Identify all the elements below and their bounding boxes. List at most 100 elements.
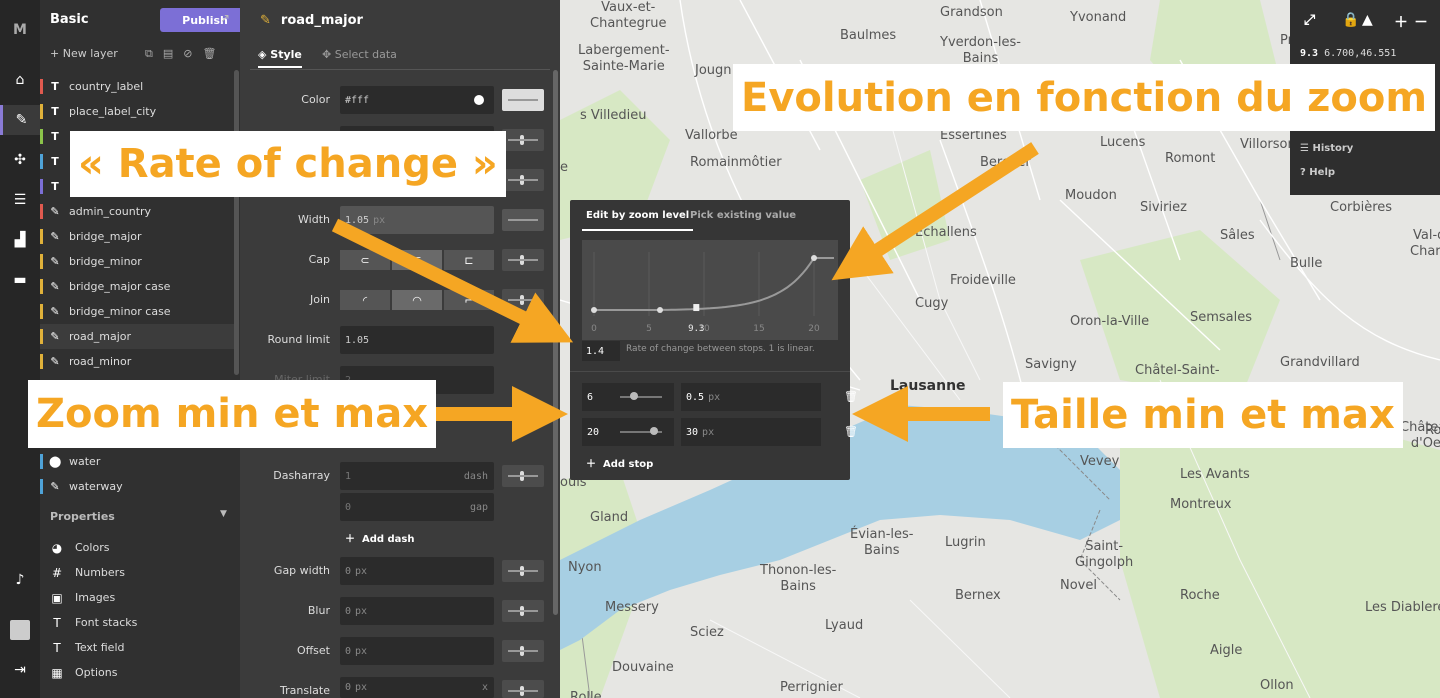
signout-icon[interactable]: ⇥ [0, 655, 40, 685]
translate-zoom-toggle[interactable] [502, 680, 544, 698]
translate-label: Translate [280, 684, 330, 697]
style-brush-icon[interactable]: ✎ [0, 105, 40, 135]
tab-pick-existing[interactable]: Pick existing value [690, 210, 796, 221]
publish-button[interactable]: Publish [160, 8, 250, 32]
stop-zoom-slider-knob[interactable] [630, 392, 638, 400]
stop-zoom-field[interactable]: 6 [582, 383, 674, 411]
tab-edit-by-zoom[interactable]: Edit by zoom level [582, 206, 694, 231]
add-dash-button[interactable]: ＋ Add dash [345, 530, 414, 545]
external-link-icon[interactable]: ↗ [220, 11, 230, 25]
avatar[interactable] [0, 615, 40, 645]
layer-name[interactable]: road_major [281, 13, 363, 28]
zoom-toggle-row2[interactable] [502, 129, 544, 151]
join-bevel-icon[interactable]: ◜ [340, 290, 390, 310]
layer-item[interactable]: ✎ admin_country [40, 199, 235, 224]
stop-value-field[interactable]: 0.5 px [681, 383, 821, 411]
curve-stop-point[interactable] [811, 255, 817, 261]
layer-label: water [69, 455, 101, 468]
properties-header[interactable]: Properties [50, 510, 115, 523]
property-item[interactable]: T Font stacks [50, 610, 137, 635]
group-icon[interactable]: ▤ [163, 47, 173, 61]
round-limit-field[interactable]: 1.05 [340, 326, 494, 354]
map-label: Perrignier [780, 680, 843, 695]
property-item[interactable]: T Text field [50, 635, 124, 660]
blur-field[interactable]: 0 px [340, 597, 494, 625]
join-miter-icon[interactable]: ⌐ [444, 290, 494, 310]
zoom-toggle-row3[interactable] [502, 169, 544, 191]
dash-field[interactable]: 1 dash [340, 462, 494, 490]
layer-item[interactable]: ✎ bridge_minor case [40, 299, 235, 324]
gap-width-field[interactable]: 0 px [340, 557, 494, 585]
layer-color-bar [40, 479, 43, 494]
font-icon: T [53, 615, 61, 630]
layer-item[interactable]: ✎ bridge_major case [40, 274, 235, 299]
gap-field[interactable]: 0 gap [340, 493, 494, 521]
home-icon[interactable]: ⌂ [0, 65, 40, 95]
zoom-out-button[interactable]: － [1414, 12, 1428, 32]
curve-stop-point[interactable] [591, 307, 597, 313]
rate-input[interactable]: 1.4 [582, 341, 620, 361]
cap-zoom-toggle[interactable] [502, 249, 544, 271]
lock-icon[interactable]: 🔒 [1342, 12, 1359, 28]
zoom-curve-chart[interactable]: 0 5 10 15 20 9.3 [582, 240, 838, 340]
layer-item[interactable]: ✎ road_major [40, 324, 235, 349]
layer-item[interactable]: ✎ road_minor [40, 349, 235, 374]
color-swatch[interactable] [474, 95, 484, 105]
join-round-icon[interactable]: ◠ [392, 290, 442, 310]
fullscreen-icon[interactable]: ⤢ [1304, 12, 1315, 28]
stop-value-field[interactable]: 30 px [681, 418, 821, 446]
property-item[interactable]: ▣ Images [50, 585, 115, 610]
join-zoom-toggle[interactable] [502, 289, 544, 311]
property-item[interactable]: ◕ Colors [50, 535, 110, 560]
tab-select-data[interactable]: ✥ Select data [322, 48, 397, 61]
database-icon[interactable]: ☰ [0, 185, 40, 215]
color-field[interactable]: #fff [340, 86, 494, 114]
property-item[interactable]: # Numbers [50, 560, 125, 585]
layer-item[interactable]: Tplace_label_city [40, 99, 235, 124]
tab-style[interactable]: ◈ Style [258, 48, 302, 68]
zoom-in-button[interactable]: ＋ [1394, 12, 1408, 32]
translate-axis: x [481, 682, 488, 693]
layer-item[interactable]: ⬤ water [40, 449, 235, 474]
layer-item[interactable]: ✎ bridge_minor [40, 249, 235, 274]
delete-stop-icon[interactable]: 🗑 [844, 390, 858, 403]
components-icon[interactable]: ✣ [0, 145, 40, 175]
dash-zoom-toggle[interactable] [502, 465, 544, 487]
stop-zoom-field[interactable]: 20 [582, 418, 674, 446]
stats-icon[interactable]: ▟ [0, 225, 40, 255]
folder-icon[interactable]: ▬ [0, 265, 40, 295]
layer-scrollbar[interactable] [234, 70, 239, 375]
cap-square-icon[interactable]: ⊏ [444, 250, 494, 270]
cap-round-icon[interactable]: ⊆ [392, 250, 442, 270]
compass-icon[interactable]: ▲ [1362, 12, 1373, 28]
bell-icon[interactable]: ♪ [0, 565, 40, 595]
add-stop-button[interactable]: ＋ Add stop [586, 455, 653, 470]
cap-butt-icon[interactable]: ⊂ [340, 250, 390, 270]
tab-style-label: Style [270, 48, 302, 61]
hide-icon[interactable]: ⊘ [183, 47, 192, 61]
mapbox-logo-icon[interactable]: M [0, 15, 40, 45]
translate-field[interactable]: 0 px x [340, 677, 494, 698]
new-layer-button[interactable]: + New layer [50, 47, 118, 60]
color-zoom-toggle[interactable] [502, 89, 544, 111]
layer-item[interactable]: Tcountry_label [40, 74, 235, 99]
stop-zoom-slider-knob[interactable] [650, 427, 658, 435]
layer-item[interactable]: ✎ bridge_major [40, 224, 235, 249]
history-button[interactable]: ☰ History [1300, 143, 1353, 154]
delete-stop-icon[interactable]: 🗑 [844, 425, 858, 438]
chevron-down-icon[interactable]: ▼ [220, 509, 227, 519]
width-field[interactable]: 1.05 px [340, 206, 494, 234]
offset-field[interactable]: 0 px [340, 637, 494, 665]
blur-zoom-toggle[interactable] [502, 600, 544, 622]
style-scrollbar[interactable] [553, 70, 558, 615]
curve-stop-point[interactable] [657, 307, 663, 313]
offset-zoom-toggle[interactable] [502, 640, 544, 662]
trash-icon[interactable]: 🗑 [202, 47, 216, 61]
layer-item[interactable]: ✎ waterway [40, 474, 235, 499]
help-button[interactable]: ? Help [1300, 167, 1335, 178]
property-item[interactable]: ▦ Options [50, 660, 117, 685]
gap-width-zoom-toggle[interactable] [502, 560, 544, 582]
duplicate-icon[interactable]: ⧉ [145, 47, 153, 61]
width-zoom-toggle[interactable] [502, 209, 544, 231]
map-label: Ro [1425, 423, 1440, 438]
